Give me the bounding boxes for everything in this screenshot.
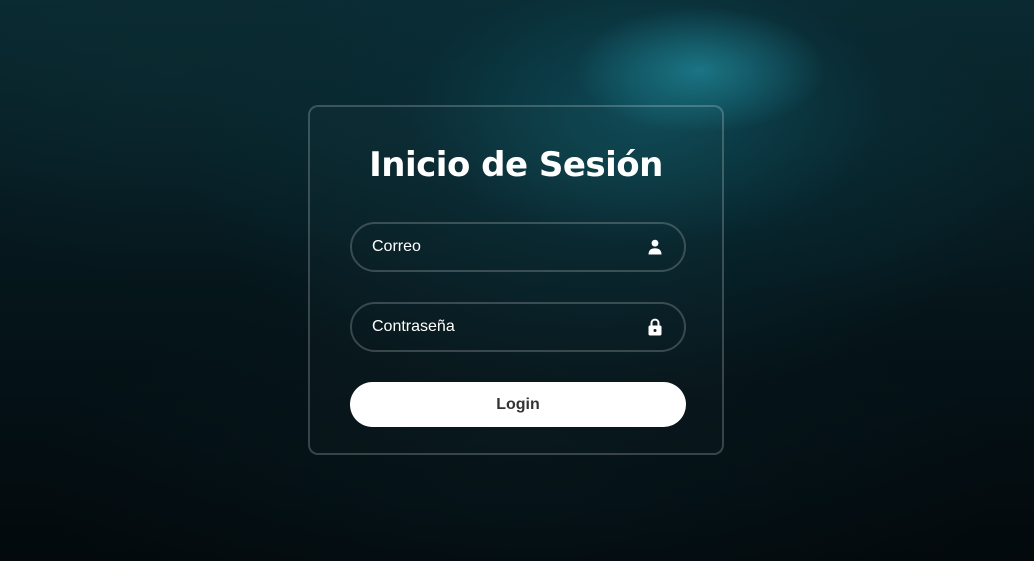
lock-icon <box>646 318 664 336</box>
email-field[interactable] <box>352 224 684 270</box>
page-title: Inicio de Sesión <box>369 145 663 185</box>
password-field-wrapper <box>350 302 686 352</box>
user-icon <box>646 238 664 256</box>
login-button[interactable]: Login <box>350 382 686 427</box>
password-field[interactable] <box>352 304 684 350</box>
email-field-wrapper <box>350 222 686 272</box>
login-card: Inicio de Sesión Login <box>308 105 724 455</box>
